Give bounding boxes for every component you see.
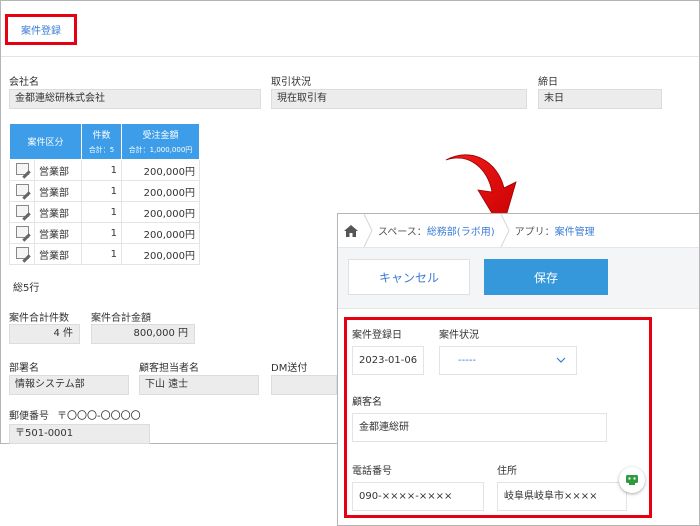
table-row: 営業部 1 200,000円 <box>9 159 200 181</box>
contact-field: 下山 遠士 <box>139 375 259 395</box>
row-amount: 200,000円 <box>121 222 200 244</box>
row-count: 1 <box>81 222 122 244</box>
row-dept: 営業部 <box>34 222 82 244</box>
edit-form: 案件登録日 2023-01-06 案件状況 ----- 顧客名 金都連総研 電話… <box>344 317 652 518</box>
case-status-select[interactable]: ----- <box>439 346 577 375</box>
cancel-label: キャンセル <box>378 270 439 285</box>
register-case-label: 案件登録 <box>21 26 61 37</box>
breadcrumb: スペース： 総務部(ラボ用) アプリ： 案件管理 <box>338 214 699 247</box>
edit-icon[interactable] <box>15 246 29 259</box>
customer-input[interactable]: 金都連総研 <box>352 413 607 442</box>
dm-field <box>271 375 337 395</box>
case-status-label: 案件状況 <box>439 330 479 341</box>
status-field: 現在取引有 <box>271 89 527 109</box>
table-row: 営業部 1 200,000円 <box>9 180 200 202</box>
dm-label: DM送付 <box>271 363 308 374</box>
company-label: 会社名 <box>9 77 39 88</box>
case-status-value: ----- <box>458 355 477 366</box>
table-row: 営業部 1 200,000円 <box>9 201 200 223</box>
dept-field: 情報システム部 <box>9 375 129 395</box>
breadcrumb-separator-icon <box>500 214 510 247</box>
phone-input[interactable]: 090-××××-×××× <box>352 482 484 511</box>
row-amount: 200,000円 <box>121 243 200 265</box>
chevron-down-icon <box>556 357 566 363</box>
total-count-field: 4 件 <box>9 324 80 344</box>
edit-toolbar: キャンセル 保存 <box>338 247 699 309</box>
table-header-dept: 案件区分 <box>9 123 82 160</box>
table-row: 営業部 1 200,000円 <box>9 243 200 265</box>
address-input[interactable]: 岐阜県岐阜市×××× <box>497 482 627 511</box>
row-dept: 営業部 <box>34 243 82 265</box>
table-header-amount: 受注金額 合計：1,000,000円 <box>121 123 200 160</box>
edit-icon[interactable] <box>15 162 29 175</box>
chat-icon[interactable] <box>619 467 645 493</box>
deadline-field: 末日 <box>538 89 662 109</box>
address-label: 住所 <box>497 466 517 477</box>
total-amount-label: 案件合計金額 <box>91 313 151 324</box>
status-label: 取引状況 <box>271 77 311 88</box>
breadcrumb-space-link[interactable]: 総務部(ラボ用) <box>427 223 495 238</box>
table-header-count: 件数 合計：5 <box>81 123 122 160</box>
save-label: 保存 <box>533 270 558 285</box>
breadcrumb-app-link[interactable]: 案件管理 <box>555 223 595 238</box>
register-case-tab[interactable]: 案件登録 <box>5 14 77 45</box>
row-count: 1 <box>81 201 122 223</box>
postal-field: 〒501-0001 <box>9 424 150 444</box>
company-field: 金都連総研株式会社 <box>9 89 261 109</box>
row-dept: 営業部 <box>34 159 82 181</box>
row-count: 1 <box>81 243 122 265</box>
foreground-edit-view: スペース： 総務部(ラボ用) アプリ： 案件管理 キャンセル 保存 案件登録日 … <box>337 213 700 526</box>
dept-label: 部署名 <box>9 363 39 374</box>
total-rows-label: 総5行 <box>13 283 40 294</box>
row-count: 1 <box>81 180 122 202</box>
row-count: 1 <box>81 159 122 181</box>
total-count-label: 案件合計件数 <box>9 313 69 324</box>
cancel-button[interactable]: キャンセル <box>348 259 470 295</box>
row-dept: 営業部 <box>34 201 82 223</box>
deadline-label: 締日 <box>538 77 558 88</box>
row-amount: 200,000円 <box>121 201 200 223</box>
reg-date-input[interactable]: 2023-01-06 <box>352 346 424 375</box>
contact-label: 顧客担当者名 <box>139 363 199 374</box>
case-table: 案件区分 件数 合計：5 受注金額 合計：1,000,000円 営業部 1 20… <box>9 123 200 265</box>
postal-label: 郵便番号 <box>9 411 49 422</box>
phone-label: 電話番号 <box>352 466 392 477</box>
table-row: 営業部 1 200,000円 <box>9 222 200 244</box>
record-toolbar: 案件登録 <box>1 1 699 57</box>
home-icon[interactable] <box>344 224 358 237</box>
save-button[interactable]: 保存 <box>484 259 608 295</box>
customer-label: 顧客名 <box>352 397 382 408</box>
edit-icon[interactable] <box>15 183 29 196</box>
postal-hint: 〒〇〇〇-〇〇〇〇 <box>57 411 141 422</box>
row-amount: 200,000円 <box>121 180 200 202</box>
row-amount: 200,000円 <box>121 159 200 181</box>
breadcrumb-space-prefix: スペース： <box>378 227 427 238</box>
breadcrumb-separator-icon <box>363 214 373 247</box>
reg-date-label: 案件登録日 <box>352 330 402 341</box>
total-amount-field: 800,000 円 <box>91 324 195 344</box>
edit-icon[interactable] <box>15 225 29 238</box>
edit-icon[interactable] <box>15 204 29 217</box>
breadcrumb-app-prefix: アプリ： <box>514 227 555 238</box>
row-dept: 営業部 <box>34 180 82 202</box>
